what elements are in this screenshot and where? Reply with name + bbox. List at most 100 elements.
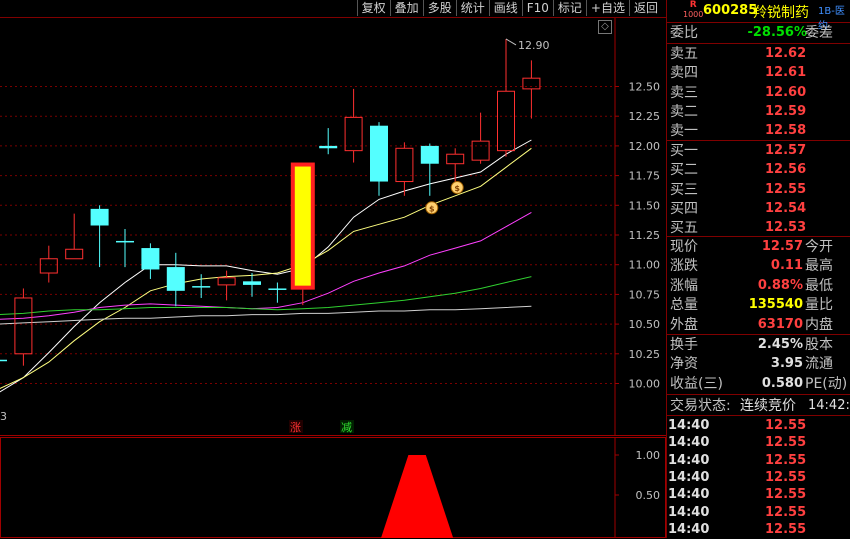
toolbar-button[interactable]: 复权 bbox=[356, 0, 390, 16]
candle[interactable] bbox=[497, 38, 515, 157]
candle[interactable] bbox=[319, 128, 338, 155]
stock-code: 600285 bbox=[703, 3, 758, 18]
toolbar-button[interactable]: 统计 bbox=[455, 0, 489, 16]
candle[interactable] bbox=[395, 142, 414, 196]
candle[interactable] bbox=[217, 270, 236, 301]
stats-label: 换手 bbox=[670, 337, 698, 353]
asks-row[interactable]: 卖一 12.58 bbox=[667, 122, 850, 140]
bids-row[interactable]: 买四 12.54 bbox=[667, 200, 850, 218]
asks-label: 卖五 bbox=[670, 46, 698, 62]
asks-price: 12.60 bbox=[765, 84, 807, 100]
candle-body-up bbox=[65, 248, 84, 260]
candle[interactable] bbox=[420, 143, 439, 196]
y-tick-label: 10.25 bbox=[629, 348, 661, 361]
bids-row[interactable]: 买二 12.56 bbox=[667, 161, 850, 179]
candle-body-down bbox=[243, 281, 261, 285]
candle-body-inner bbox=[294, 166, 311, 286]
candle[interactable] bbox=[166, 252, 185, 307]
candle-body-up bbox=[471, 140, 490, 161]
candle[interactable] bbox=[0, 353, 7, 367]
stats-label: 净资 bbox=[670, 356, 698, 373]
trade-time: 14:40 bbox=[668, 504, 710, 520]
candle-body-down bbox=[0, 359, 7, 362]
max-price-label: 12.90 bbox=[518, 39, 550, 52]
candle[interactable] bbox=[471, 112, 490, 164]
chart-toolbar: 复权 叠加 多股 统计 画线 F10 标记 +自选 返回 bbox=[0, 0, 666, 18]
candle-body-up bbox=[395, 147, 414, 183]
trade-row[interactable]: 14:40 12.55 bbox=[667, 486, 850, 504]
toolbar-button[interactable]: 标记 bbox=[552, 0, 586, 16]
asks-row[interactable]: 卖二 12.59 bbox=[667, 103, 850, 121]
quote-label: 涨幅 bbox=[670, 277, 698, 294]
candle[interactable] bbox=[14, 288, 33, 366]
trade-status-label: 交易状态: bbox=[670, 398, 731, 414]
toolbar-button[interactable]: 画线 bbox=[488, 0, 522, 16]
trade-row[interactable]: 14:40 12.55 bbox=[667, 504, 850, 522]
bids-row[interactable]: 买一 12.57 bbox=[667, 142, 850, 160]
candle[interactable] bbox=[39, 245, 58, 283]
trade-row[interactable]: 14:40 12.55 bbox=[667, 434, 850, 452]
asks-label: 卖三 bbox=[670, 84, 698, 101]
y-tick-label: 12.50 bbox=[629, 81, 661, 94]
badge-number: 1000 bbox=[683, 10, 704, 19]
ma-line bbox=[0, 276, 532, 316]
y-tick-label: 10.00 bbox=[629, 378, 661, 391]
sub-y-tick-label: 1.00 bbox=[636, 449, 661, 462]
candle[interactable] bbox=[290, 162, 315, 306]
candle-body-down bbox=[116, 240, 134, 243]
candle[interactable] bbox=[268, 282, 287, 303]
asks-price: 12.59 bbox=[765, 103, 807, 119]
bids-row[interactable]: 买五 12.53 bbox=[667, 219, 850, 237]
quote-label2: 内盘 bbox=[805, 316, 833, 333]
bids-label: 买五 bbox=[670, 220, 698, 237]
toolbar-button[interactable]: 返回 bbox=[628, 0, 662, 16]
asks-row[interactable]: 卖四 12.61 bbox=[667, 64, 850, 82]
toolbar-button[interactable]: 叠加 bbox=[389, 0, 423, 16]
divider bbox=[667, 334, 850, 335]
stats-label2: PE(动) bbox=[805, 375, 848, 392]
stats-row: 净资 3.95 流通 bbox=[667, 355, 850, 373]
quote-row: 涨幅 0.88% 最低 bbox=[667, 277, 850, 295]
money-bag-icon[interactable]: $ bbox=[425, 201, 439, 215]
quote-label: 外盘 bbox=[670, 316, 698, 333]
asks-price: 12.62 bbox=[765, 46, 807, 61]
money-bag-glyph: $ bbox=[429, 204, 435, 213]
stats-value: 2.45% bbox=[757, 337, 803, 352]
candle[interactable] bbox=[370, 122, 388, 196]
stats-value: 0.580 bbox=[761, 375, 803, 391]
money-bag-icon[interactable]: $ bbox=[450, 181, 464, 195]
jian-label: 减 bbox=[341, 421, 352, 434]
trade-row[interactable]: 14:40 12.55 bbox=[667, 469, 850, 487]
asks-label: 卖一 bbox=[670, 123, 698, 140]
bids-row[interactable]: 买三 12.55 bbox=[667, 181, 850, 199]
trade-row[interactable]: 14:40 12.55 bbox=[667, 452, 850, 470]
trade-time: 14:40 bbox=[668, 487, 710, 503]
asks-row[interactable]: 卖三 12.60 bbox=[667, 84, 850, 102]
candle[interactable] bbox=[243, 273, 261, 297]
jian-marker: 减 bbox=[340, 420, 354, 434]
quote-value: 135540 bbox=[748, 297, 803, 313]
bids-price: 12.55 bbox=[765, 181, 807, 197]
quote-label2: 最低 bbox=[805, 277, 833, 294]
kline-chart[interactable]: 12.50 12.25 12.00 11.75 11.50 11.25 11.00 10.75… bbox=[0, 18, 666, 436]
candle[interactable] bbox=[141, 243, 160, 279]
candle[interactable] bbox=[344, 88, 363, 163]
trade-row[interactable]: 14:40 12.55 bbox=[667, 521, 850, 539]
indicator-chart[interactable]: 1.00 0.50 bbox=[0, 437, 666, 538]
candle[interactable] bbox=[90, 205, 109, 268]
weibi-value: -28.56% bbox=[747, 25, 807, 40]
candle-body-up bbox=[497, 90, 515, 152]
toolbar-button[interactable]: 多股 bbox=[422, 0, 456, 16]
trade-row[interactable]: 14:40 12.55 bbox=[667, 417, 850, 435]
candle[interactable] bbox=[65, 213, 84, 260]
stats-row: 收益(三) 0.580 PE(动) bbox=[667, 375, 850, 393]
candle-body-down bbox=[420, 145, 439, 164]
candle[interactable] bbox=[192, 274, 211, 298]
candle[interactable] bbox=[522, 60, 541, 119]
asks-row[interactable]: 卖五 12.62 bbox=[667, 45, 850, 63]
toolbar-button[interactable]: +自选 bbox=[585, 0, 629, 16]
quote-row: 涨跌 0.11 最高 bbox=[667, 257, 850, 275]
quote-label2: 最高 bbox=[805, 258, 833, 275]
quote-panel: R 1000 600285 羚锐制药 1B-医约 委比 -28.56% 委差 卖… bbox=[666, 0, 850, 538]
toolbar-button[interactable]: F10 bbox=[521, 0, 553, 16]
